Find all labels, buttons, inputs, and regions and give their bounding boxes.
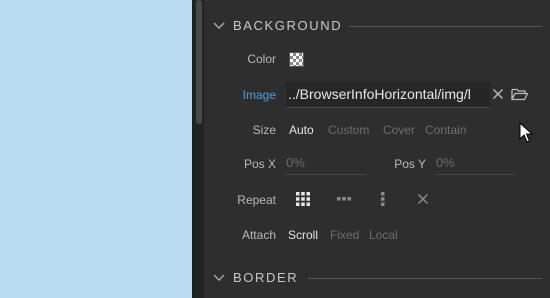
image-path-field[interactable]: ../BrowserInfoHorizontal/img/l bbox=[286, 82, 490, 108]
folder-open-icon bbox=[511, 88, 529, 101]
section-divider bbox=[349, 26, 542, 27]
no-repeat-button[interactable] bbox=[412, 190, 434, 208]
size-option-contain[interactable]: Contain bbox=[425, 123, 466, 137]
section-title: BORDER bbox=[233, 270, 299, 285]
pos-y-input[interactable]: 0% bbox=[436, 154, 514, 175]
pos-y-placeholder: 0% bbox=[436, 155, 455, 170]
repeat-label: Repeat bbox=[237, 193, 276, 207]
repeat-y-button[interactable] bbox=[372, 190, 394, 208]
close-icon bbox=[493, 89, 503, 99]
image-path-value: ../BrowserInfoHorizontal/img/l bbox=[288, 86, 471, 102]
color-label: Color bbox=[247, 52, 276, 66]
repeat-x-button[interactable] bbox=[333, 190, 355, 208]
pos-x-input[interactable]: 0% bbox=[286, 154, 366, 175]
repeat-x-icon bbox=[337, 197, 351, 201]
pos-x-label: Pos X bbox=[243, 157, 276, 171]
pos-x-placeholder: 0% bbox=[286, 155, 305, 170]
browse-image-button[interactable] bbox=[510, 85, 530, 103]
attach-option-local[interactable]: Local bbox=[369, 228, 398, 242]
repeat-both-button[interactable] bbox=[292, 190, 314, 208]
mouse-cursor-icon bbox=[519, 122, 533, 143]
attach-option-scroll[interactable]: Scroll bbox=[288, 228, 318, 242]
size-option-cover[interactable]: Cover bbox=[383, 123, 415, 137]
repeat-both-icon bbox=[296, 192, 310, 206]
attach-label: Attach bbox=[241, 228, 276, 242]
pos-y-label: Pos Y bbox=[394, 157, 426, 171]
border-section-header[interactable]: BORDER bbox=[204, 266, 550, 290]
section-divider bbox=[308, 278, 542, 279]
scrollbar-thumb[interactable] bbox=[196, 0, 202, 124]
color-swatch[interactable] bbox=[289, 52, 304, 67]
chevron-down-icon bbox=[213, 274, 225, 281]
size-option-custom[interactable]: Custom bbox=[328, 123, 369, 137]
canvas-preview bbox=[0, 0, 192, 298]
section-title: BACKGROUND bbox=[233, 18, 343, 33]
properties-panel: BACKGROUND Color Image ../BrowserInfoHor… bbox=[204, 0, 550, 298]
attach-option-fixed[interactable]: Fixed bbox=[330, 228, 359, 242]
image-label[interactable]: Image bbox=[224, 88, 276, 102]
no-repeat-icon bbox=[418, 194, 428, 204]
repeat-y-icon bbox=[381, 192, 385, 206]
clear-image-button[interactable] bbox=[490, 86, 506, 102]
size-option-auto[interactable]: Auto bbox=[289, 123, 314, 137]
background-section-header[interactable]: BACKGROUND bbox=[204, 14, 550, 38]
chevron-down-icon bbox=[213, 22, 225, 29]
size-label: Size bbox=[252, 123, 276, 137]
